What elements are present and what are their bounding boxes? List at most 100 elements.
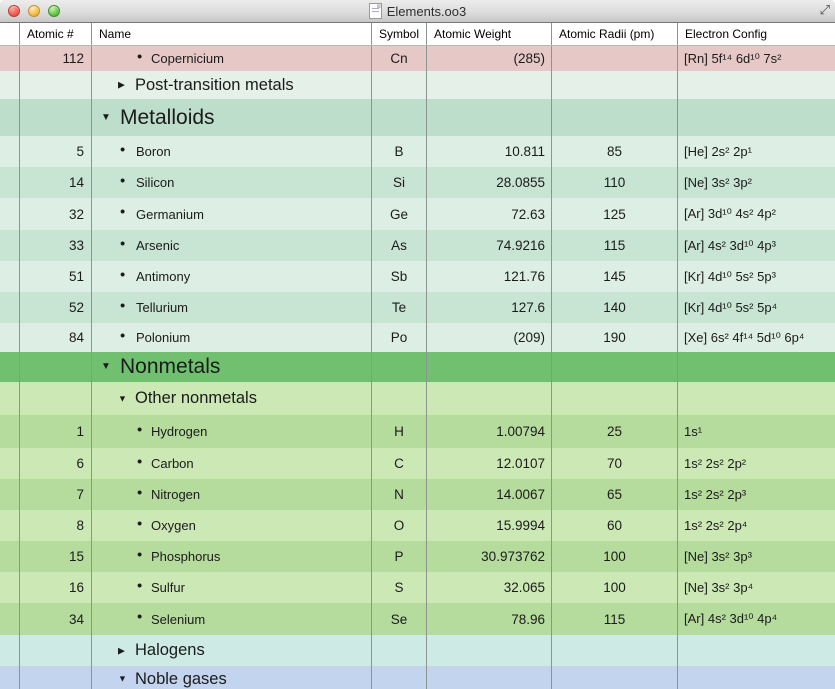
atomic-weight-cell[interactable]: 28.0855 (427, 167, 552, 198)
column-header-atomic-number[interactable]: Atomic # (20, 23, 92, 45)
electron-config-cell[interactable]: [Ne] 3s² 3p⁴ (678, 572, 835, 603)
element-row[interactable]: 5•BoronB10.81185[He] 2s² 2p¹ (0, 136, 835, 167)
atomic-radius-cell[interactable] (552, 99, 678, 136)
element-row[interactable]: 1•HydrogenH1.00794251s¹ (0, 415, 835, 448)
name-cell[interactable]: •Selenium (92, 603, 372, 635)
atomic-number-cell[interactable]: 6 (20, 448, 92, 479)
atomic-radius-cell[interactable] (552, 46, 678, 71)
atomic-weight-cell[interactable]: 12.0107 (427, 448, 552, 479)
atomic-weight-cell[interactable]: (285) (427, 46, 552, 71)
symbol-cell[interactable] (372, 382, 427, 415)
atomic-number-cell[interactable]: 5 (20, 136, 92, 167)
name-cell[interactable]: •Tellurium (92, 292, 372, 323)
electron-config-cell[interactable]: [Ar] 4s² 3d¹⁰ 4p³ (678, 230, 835, 261)
symbol-cell[interactable]: N (372, 479, 427, 510)
atomic-radius-cell[interactable]: 65 (552, 479, 678, 510)
electron-config-cell[interactable] (678, 71, 835, 99)
symbol-cell[interactable] (372, 352, 427, 382)
symbol-cell[interactable] (372, 99, 427, 136)
atomic-number-cell[interactable]: 52 (20, 292, 92, 323)
atomic-weight-cell[interactable] (427, 71, 552, 99)
atomic-weight-cell[interactable]: 74.9216 (427, 230, 552, 261)
electron-config-cell[interactable]: [Kr] 4d¹⁰ 5s² 5p³ (678, 261, 835, 292)
element-row[interactable]: 34•SeleniumSe78.96115[Ar] 4s² 3d¹⁰ 4p⁴ (0, 603, 835, 635)
atomic-radius-cell[interactable]: 110 (552, 167, 678, 198)
title-bar[interactable]: Elements.oo3 ⤢ (0, 0, 835, 23)
name-cell[interactable]: •Copernicium (92, 46, 372, 71)
element-row[interactable]: 7•NitrogenN14.0067651s² 2s² 2p³ (0, 479, 835, 510)
fullscreen-icon[interactable]: ⤢ (820, 2, 830, 18)
symbol-cell[interactable]: S (372, 572, 427, 603)
name-cell[interactable]: •Arsenic (92, 230, 372, 261)
element-row[interactable]: 6•CarbonC12.0107701s² 2s² 2p² (0, 448, 835, 479)
electron-config-cell[interactable]: 1s² 2s² 2p⁴ (678, 510, 835, 541)
disclosure-triangle-icon[interactable]: ▼ (101, 113, 111, 123)
atomic-radius-cell[interactable]: 60 (552, 510, 678, 541)
element-row[interactable]: 33•ArsenicAs74.9216115[Ar] 4s² 3d¹⁰ 4p³ (0, 230, 835, 261)
section-row[interactable]: ▼Nonmetals (0, 352, 835, 382)
symbol-cell[interactable]: C (372, 448, 427, 479)
electron-config-cell[interactable]: [Ar] 4s² 3d¹⁰ 4p⁴ (678, 603, 835, 635)
name-cell[interactable]: •Antimony (92, 261, 372, 292)
electron-config-cell[interactable]: [Xe] 6s² 4f¹⁴ 5d¹⁰ 6p⁴ (678, 323, 835, 352)
atomic-radius-cell[interactable]: 145 (552, 261, 678, 292)
disclosure-triangle-icon[interactable]: ▼ (118, 675, 127, 684)
atomic-weight-cell[interactable] (427, 635, 552, 666)
symbol-cell[interactable]: Ge (372, 198, 427, 230)
electron-config-cell[interactable] (678, 382, 835, 415)
atomic-number-cell[interactable]: 112 (20, 46, 92, 71)
atomic-weight-cell[interactable] (427, 352, 552, 382)
atomic-radius-cell[interactable] (552, 666, 678, 689)
atomic-number-cell[interactable] (20, 635, 92, 666)
electron-config-cell[interactable]: 1s¹ (678, 415, 835, 448)
element-row[interactable]: 84•PoloniumPo(209)190[Xe] 6s² 4f¹⁴ 5d¹⁰ … (0, 323, 835, 352)
name-cell[interactable]: ▼Noble gases (92, 666, 372, 689)
section-row[interactable]: ▼Metalloids (0, 99, 835, 136)
symbol-cell[interactable] (372, 666, 427, 689)
name-cell[interactable]: •Sulfur (92, 572, 372, 603)
disclosure-triangle-icon[interactable]: ▶ (118, 646, 125, 655)
electron-config-cell[interactable]: [Ne] 3s² 3p³ (678, 541, 835, 572)
atomic-number-cell[interactable]: 8 (20, 510, 92, 541)
atomic-weight-cell[interactable]: 121.76 (427, 261, 552, 292)
section-row[interactable]: ▶Post-transition metals (0, 71, 835, 99)
element-row[interactable]: 112•CoperniciumCn(285)[Rn] 5f¹⁴ 6d¹⁰ 7s² (0, 46, 835, 71)
column-header-atomic-weight[interactable]: Atomic Weight (427, 23, 552, 45)
atomic-number-cell[interactable]: 14 (20, 167, 92, 198)
element-row[interactable]: 51•AntimonySb121.76145[Kr] 4d¹⁰ 5s² 5p³ (0, 261, 835, 292)
symbol-cell[interactable] (372, 71, 427, 99)
atomic-number-cell[interactable]: 15 (20, 541, 92, 572)
element-row[interactable]: 8•OxygenO15.9994601s² 2s² 2p⁴ (0, 510, 835, 541)
atomic-radius-cell[interactable] (552, 71, 678, 99)
name-cell[interactable]: •Silicon (92, 167, 372, 198)
symbol-cell[interactable]: P (372, 541, 427, 572)
atomic-weight-cell[interactable]: (209) (427, 323, 552, 352)
atomic-weight-cell[interactable]: 72.63 (427, 198, 552, 230)
electron-config-cell[interactable] (678, 666, 835, 689)
symbol-cell[interactable]: As (372, 230, 427, 261)
column-header-atomic-radii[interactable]: Atomic Radii (pm) (552, 23, 678, 45)
atomic-radius-cell[interactable]: 125 (552, 198, 678, 230)
atomic-weight-cell[interactable] (427, 666, 552, 689)
atomic-weight-cell[interactable]: 15.9994 (427, 510, 552, 541)
atomic-radius-cell[interactable]: 115 (552, 230, 678, 261)
minimize-button[interactable] (28, 5, 40, 17)
electron-config-cell[interactable] (678, 635, 835, 666)
atomic-weight-cell[interactable] (427, 99, 552, 136)
name-cell[interactable]: •Nitrogen (92, 479, 372, 510)
element-row[interactable]: 52•TelluriumTe127.6140[Kr] 4d¹⁰ 5s² 5p⁴ (0, 292, 835, 323)
column-header-symbol[interactable]: Symbol (372, 23, 427, 45)
name-cell[interactable]: •Hydrogen (92, 415, 372, 448)
symbol-cell[interactable]: Se (372, 603, 427, 635)
electron-config-cell[interactable]: [Ne] 3s² 3p² (678, 167, 835, 198)
atomic-number-cell[interactable]: 51 (20, 261, 92, 292)
atomic-weight-cell[interactable]: 14.0067 (427, 479, 552, 510)
atomic-weight-cell[interactable]: 1.00794 (427, 415, 552, 448)
symbol-cell[interactable]: Sb (372, 261, 427, 292)
atomic-radius-cell[interactable]: 70 (552, 448, 678, 479)
atomic-number-cell[interactable] (20, 666, 92, 689)
disclosure-triangle-icon[interactable]: ▼ (118, 394, 127, 403)
atomic-number-cell[interactable]: 1 (20, 415, 92, 448)
atomic-number-cell[interactable] (20, 382, 92, 415)
atomic-weight-cell[interactable]: 78.96 (427, 603, 552, 635)
